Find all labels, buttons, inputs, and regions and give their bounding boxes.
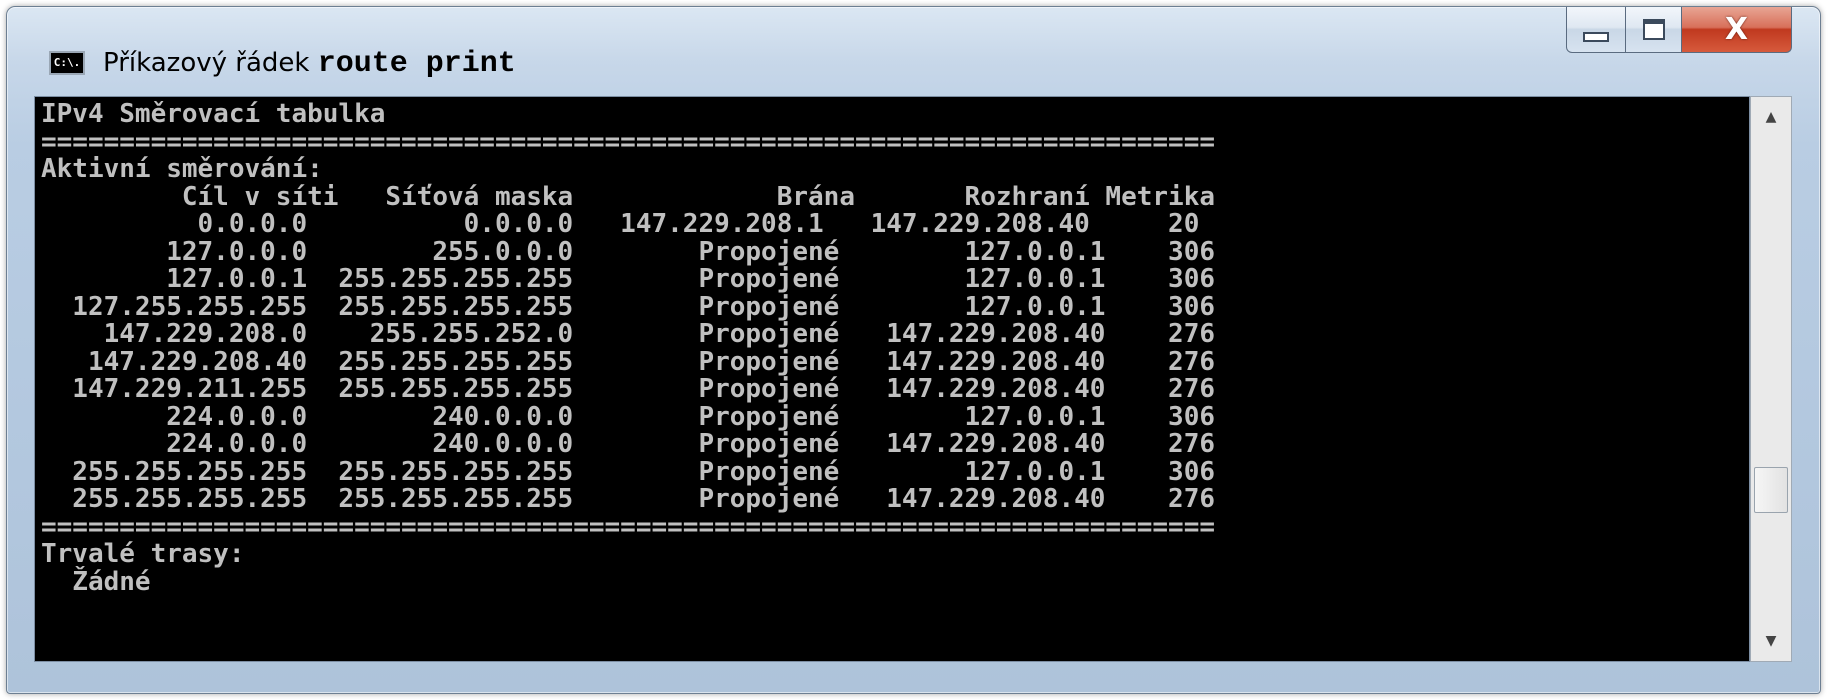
console-line: 127.0.0.1 255.255.255.255 Propojené 127.… xyxy=(41,264,1215,294)
scroll-up-arrow-icon[interactable]: ▲ xyxy=(1751,97,1791,137)
console-line: IPv4 Směrovací tabulka xyxy=(41,99,386,129)
console-line: 147.229.208.40 255.255.255.255 Propojené… xyxy=(41,346,1215,377)
console-line: ========================================… xyxy=(41,511,1215,542)
console-line: Cíl v síti Síťová maska Brána Rozhraní M… xyxy=(41,181,1215,212)
maximize-button[interactable] xyxy=(1626,7,1682,53)
console-line: Aktivní směrování: xyxy=(41,154,323,184)
maximize-icon xyxy=(1642,19,1665,40)
minimize-icon xyxy=(1583,31,1609,42)
console-line: 0.0.0.0 0.0.0.0 147.229.208.1 147.229.20… xyxy=(41,209,1200,239)
console-line: Trvalé trasy: xyxy=(41,539,245,569)
console-text: IPv4 Směrovací tabulka ==================… xyxy=(41,99,1215,597)
console-line: ========================================… xyxy=(41,126,1215,157)
console-line: 224.0.0.0 240.0.0.0 Propojené 147.229.20… xyxy=(41,429,1215,459)
caption-buttons: X xyxy=(1566,7,1792,53)
title-bar[interactable]: C:\. Příkazový řádek route print X xyxy=(7,7,1820,103)
close-button[interactable]: X xyxy=(1682,7,1792,53)
console-line: 147.229.211.255 255.255.255.255 Propojen… xyxy=(41,374,1215,404)
console-line: 127.255.255.255 255.255.255.255 Propojen… xyxy=(41,291,1215,322)
console-line: Žádné xyxy=(41,566,151,597)
window-title-command: route print xyxy=(317,47,516,81)
scroll-down-arrow-icon[interactable]: ▼ xyxy=(1751,621,1791,661)
console-line: 255.255.255.255 255.255.255.255 Propojen… xyxy=(41,484,1215,514)
scrollbar-thumb[interactable] xyxy=(1754,467,1788,513)
vertical-scrollbar[interactable]: ▲ ▼ xyxy=(1750,96,1792,662)
console-output[interactable]: IPv4 Směrovací tabulka ==================… xyxy=(34,96,1750,662)
window-title-label: Příkazový řádek xyxy=(103,48,310,78)
window-title: Příkazový řádek route print xyxy=(103,43,516,83)
console-line: 255.255.255.255 255.255.255.255 Propojen… xyxy=(41,456,1215,487)
minimize-button[interactable] xyxy=(1566,7,1626,53)
console-line: 127.0.0.0 255.0.0.0 Propojené 127.0.0.1 … xyxy=(41,236,1215,267)
console-line: 147.229.208.0 255.255.252.0 Propojené 14… xyxy=(41,319,1215,349)
console-line: 224.0.0.0 240.0.0.0 Propojené 127.0.0.1 … xyxy=(41,401,1215,432)
close-icon: X xyxy=(1724,12,1749,47)
console-icon[interactable]: C:\. xyxy=(49,51,85,75)
